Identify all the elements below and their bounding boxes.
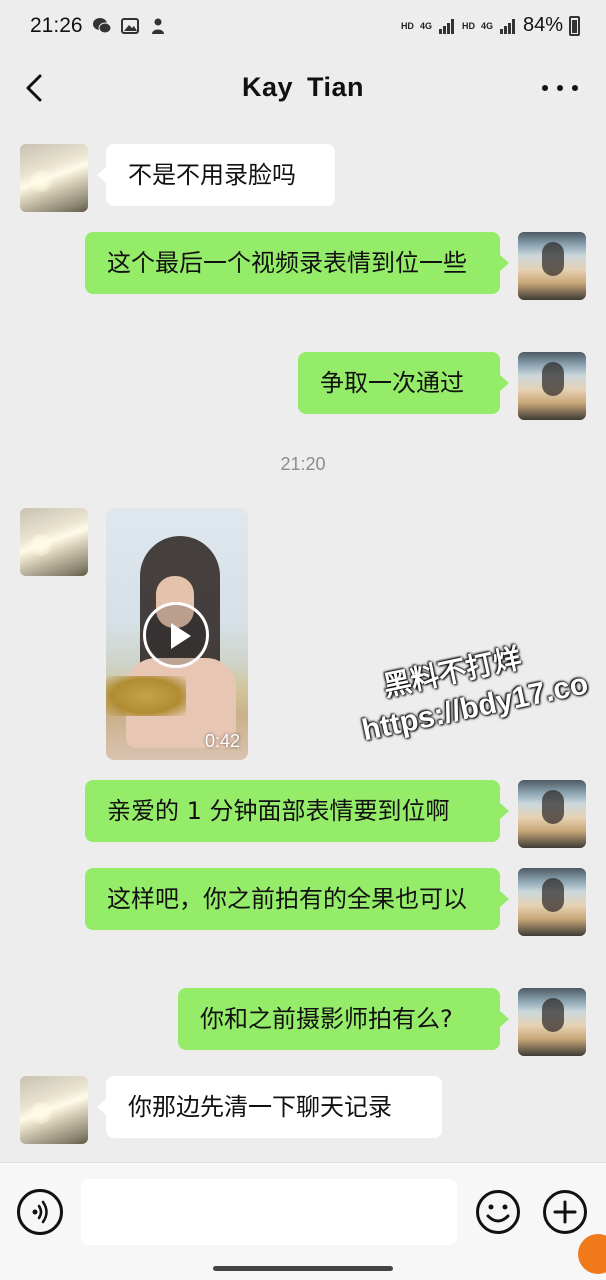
gallery-icon (121, 18, 139, 34)
message-outgoing[interactable]: 这个最后一个视频录表情到位一些 (85, 232, 509, 294)
contact-avatar[interactable] (20, 1076, 88, 1144)
message-outgoing[interactable]: 亲爱的 1 分钟面部表情要到位啊 (85, 780, 509, 842)
video-message[interactable]: 0:42 (106, 508, 248, 760)
message-outgoing[interactable]: 这样吧，你之前拍有的全果也可以 (85, 868, 509, 930)
chat-header: Kay Tian (0, 56, 606, 122)
contact-avatar[interactable] (20, 144, 88, 212)
message-input[interactable] (81, 1179, 457, 1245)
video-duration: 0:42 (204, 731, 240, 751)
wechat-icon (93, 18, 112, 34)
hd-label-2: HD (461, 20, 475, 31)
more-dots-icon[interactable] (542, 76, 578, 100)
hd-label: HD (400, 20, 414, 31)
message-incoming[interactable]: 你那边先清一下聊天记录 (97, 1076, 442, 1138)
status-bar: 21:26 HD 4G HD 4G 84% (0, 0, 606, 56)
chat-title: Kay Tian (241, 72, 365, 102)
message-outgoing[interactable]: 你和之前摄影师拍有么? (178, 988, 509, 1050)
play-icon[interactable] (143, 602, 209, 668)
signal-icon (438, 18, 454, 34)
message-incoming[interactable]: 不是不用录脸吗 (97, 144, 335, 206)
status-time: 21:26 (30, 14, 83, 37)
home-indicator[interactable] (213, 1266, 393, 1271)
voice-icon[interactable] (17, 1189, 63, 1235)
self-avatar[interactable] (518, 988, 586, 1056)
self-avatar[interactable] (518, 780, 586, 848)
notification-icons (92, 16, 168, 36)
system-status: HD 4G HD 4G 84% (401, 14, 580, 37)
self-avatar[interactable] (518, 868, 586, 936)
signal-icon-2 (499, 18, 515, 34)
battery-icon (569, 15, 580, 36)
network-label: 4G (419, 20, 432, 31)
plus-icon[interactable] (542, 1189, 588, 1235)
network-label-2: 4G (480, 20, 493, 31)
person-icon (152, 18, 164, 34)
message-outgoing[interactable]: 争取一次通过 (298, 352, 509, 414)
self-avatar[interactable] (518, 232, 586, 300)
battery-percent: 84% (522, 14, 563, 36)
input-bar (0, 1162, 606, 1280)
contact-avatar[interactable] (20, 508, 88, 576)
emoji-icon[interactable] (475, 1189, 521, 1235)
self-avatar[interactable] (518, 352, 586, 420)
message-timestamp: 21:20 (280, 454, 326, 474)
